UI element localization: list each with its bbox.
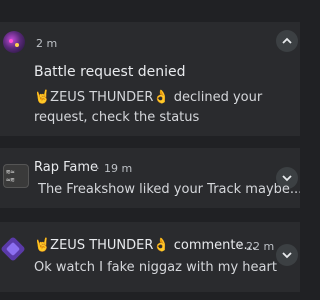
meta-separator: ·	[238, 240, 242, 253]
chevron-down-icon	[282, 252, 292, 259]
notification-body: The Freakshow liked your Track maybe...	[38, 182, 300, 197]
app-avatar-icon: ≋≈ ≈≋	[3, 164, 29, 188]
app-avatar-icon	[0, 236, 26, 262]
notification-time: 2 m	[36, 37, 58, 50]
notification-rap-fame[interactable]: ≋≈ ≈≋ Rap Fame · 19 m The Freakshow liked…	[0, 148, 300, 208]
collapse-button[interactable]	[276, 30, 298, 52]
chevron-up-icon	[282, 37, 292, 44]
notification-shade: 2 m Battle request denied 🤘ZEUS THUNDER👌…	[0, 0, 300, 300]
notification-comment[interactable]: 🤘ZEUS THUNDER👌 commente... · 22 m Ok wat…	[0, 222, 300, 292]
app-avatar-icon	[3, 31, 25, 53]
notification-battle-request[interactable]: 2 m Battle request denied 🤘ZEUS THUNDER👌…	[0, 22, 300, 136]
notification-body: Ok watch I fake niggaz with my heart	[34, 260, 277, 275]
notification-time: 22 m	[246, 240, 275, 253]
meta-separator: ·	[96, 162, 100, 175]
notification-app-name: Rap Fame	[34, 160, 99, 175]
notification-time: 19 m	[104, 162, 133, 175]
notification-body: 🤘ZEUS THUNDER👌 declined your request, ch…	[34, 90, 263, 125]
notification-title: Battle request denied	[34, 64, 186, 80]
expand-button[interactable]	[276, 244, 298, 266]
notification-title: 🤘ZEUS THUNDER👌 commente...	[34, 238, 256, 253]
